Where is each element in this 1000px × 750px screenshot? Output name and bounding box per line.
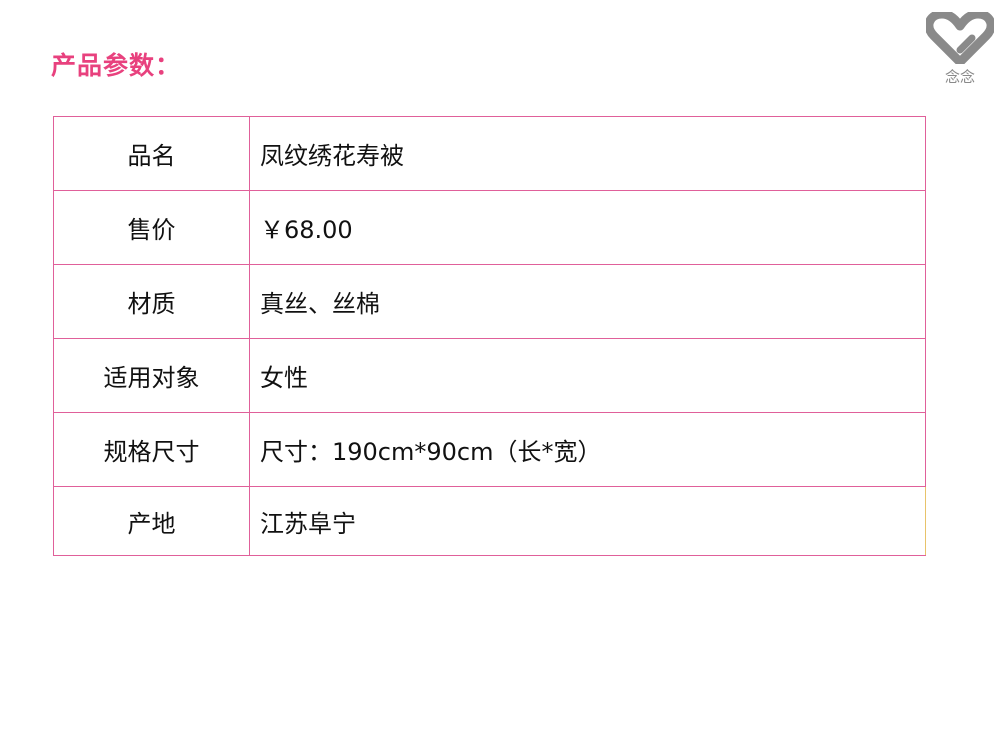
table-row: 品名 凤纹绣花寿被 [53,116,926,191]
table-row: 材质 真丝、丝棉 [53,264,926,339]
table-row: 规格尺寸 尺寸：190cm*90cm（长*宽） [53,412,926,487]
spec-value: 女性 [249,338,926,413]
spec-value: 江苏阜宁 [249,486,926,556]
spec-label: 售价 [53,190,250,265]
spec-label: 品名 [53,116,250,191]
spec-label: 适用对象 [53,338,250,413]
spec-value: 真丝、丝棉 [249,264,926,339]
table-row: 产地 江苏阜宁 [53,486,926,556]
product-spec-table: 品名 凤纹绣花寿被 售价 ￥68.00 材质 真丝、丝棉 适用对象 女性 规格尺… [53,116,926,556]
spec-label: 产地 [53,486,250,556]
table-row: 售价 ￥68.00 [53,190,926,265]
logo-text: 念念 [944,68,975,86]
spec-label: 规格尺寸 [53,412,250,487]
table-row: 适用对象 女性 [53,338,926,413]
page-title: 产品参数： [51,51,182,80]
spec-label: 材质 [53,264,250,339]
spec-value: 尺寸：190cm*90cm（长*宽） [249,412,926,487]
heart-icon [926,12,994,64]
brand-logo: 念念 [924,12,996,90]
spec-value: 凤纹绣花寿被 [249,116,926,191]
spec-value: ￥68.00 [249,190,926,265]
